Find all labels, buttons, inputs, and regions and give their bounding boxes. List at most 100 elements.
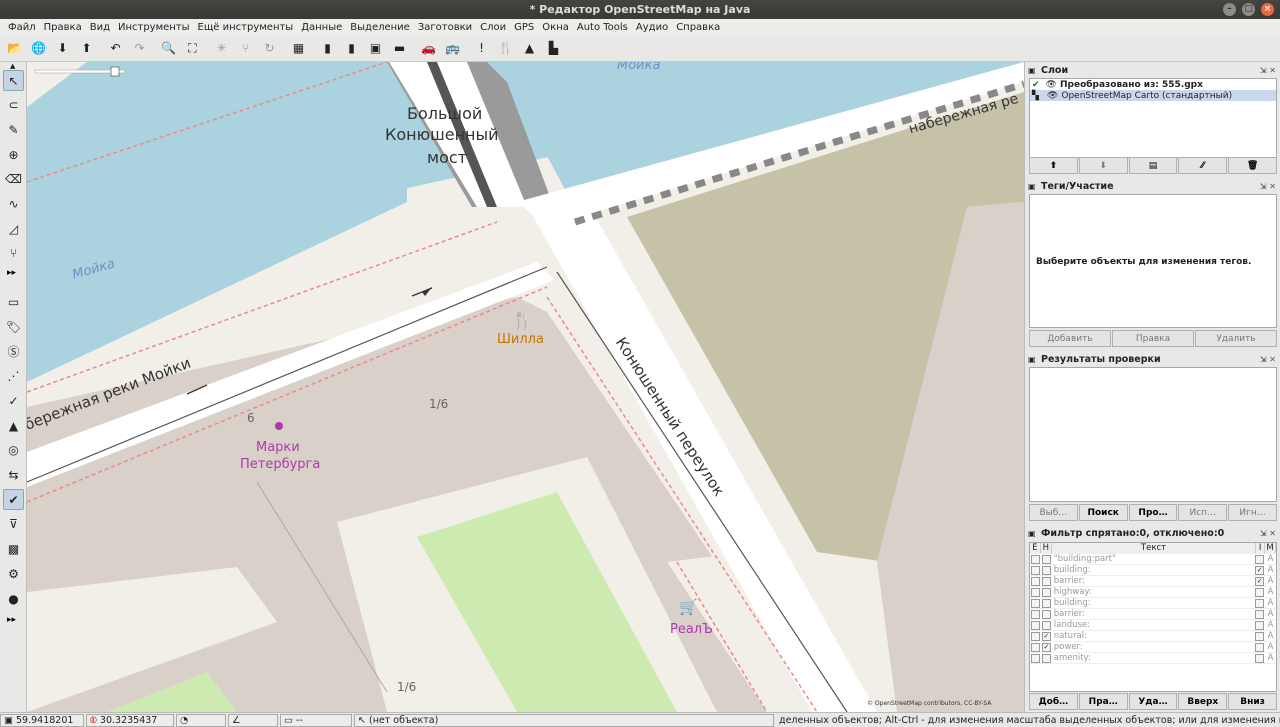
split-way-button[interactable]: ⑂: [234, 37, 257, 60]
enable-checkbox[interactable]: [1031, 642, 1040, 652]
reverse-way-button[interactable]: ↻: [258, 37, 281, 60]
minimize-panel-icon[interactable]: ▣: [1028, 66, 1038, 75]
redo-button[interactable]: ↷: [128, 37, 151, 60]
invert-checkbox[interactable]: [1255, 653, 1265, 663]
menu-item-6[interactable]: Выделение: [346, 22, 414, 33]
delete-tool-button[interactable]: ⌫: [3, 169, 24, 190]
open-file-button[interactable]: 📂: [3, 37, 26, 60]
layerbtns-button-3[interactable]: ⁄⁄: [1178, 157, 1228, 174]
split-tool-button[interactable]: ⑂: [3, 243, 24, 264]
maximize-button[interactable]: □: [1242, 3, 1255, 16]
invert-checkbox[interactable]: [1255, 620, 1265, 630]
hazard-preset-button[interactable]: !: [470, 37, 493, 60]
panel-window-controls[interactable]: ⇲ ✕: [1260, 355, 1276, 364]
invert-checkbox[interactable]: [1255, 631, 1265, 641]
filter-header-1[interactable]: H: [1041, 543, 1052, 553]
parallel-tool-button[interactable]: ◿: [3, 218, 24, 239]
notes-toggle-button[interactable]: ◎: [3, 440, 24, 461]
valbtns-button-2[interactable]: Про…: [1128, 504, 1178, 521]
lasso-tool-button[interactable]: ⊂: [3, 95, 24, 116]
menu-item-9[interactable]: GPS: [510, 22, 538, 33]
enable-checkbox[interactable]: [1031, 609, 1040, 619]
filterbtns-button-1[interactable]: Пра…: [1078, 693, 1128, 710]
tags-toggle-button[interactable]: 🏷: [3, 316, 24, 337]
selection-list-toggle-button[interactable]: Ⓢ: [3, 341, 24, 362]
layer-list-toggle-button[interactable]: ▭: [3, 292, 24, 313]
valbtns-button-3[interactable]: Исп…: [1178, 504, 1228, 521]
more-tools-icon[interactable]: ▸▸: [7, 268, 16, 278]
filter-row[interactable]: highway: A: [1030, 587, 1276, 598]
invert-checkbox[interactable]: [1255, 587, 1265, 597]
valbtns-button-0[interactable]: Выб…: [1029, 504, 1078, 521]
menu-item-12[interactable]: Аудио: [632, 22, 672, 33]
invert-checkbox[interactable]: ✓: [1255, 576, 1265, 586]
hide-checkbox[interactable]: [1041, 653, 1051, 663]
filter-row[interactable]: building: ✓ A: [1030, 565, 1276, 576]
minimize-panel-icon[interactable]: ▣: [1028, 182, 1038, 191]
filter-row[interactable]: amenity: A: [1030, 653, 1276, 664]
hide-checkbox[interactable]: [1041, 609, 1051, 619]
layer-gpx[interactable]: ✔ 👁 Преобразовано из: 555.gpx: [1030, 79, 1276, 90]
hide-checkbox[interactable]: [1041, 576, 1051, 586]
hide-checkbox[interactable]: [1041, 565, 1051, 575]
minimize-panel-icon[interactable]: ▣: [1028, 529, 1038, 538]
more-toggles-icon[interactable]: ▸▸: [7, 615, 16, 625]
relation-toggle-button[interactable]: ⋰: [3, 366, 24, 387]
panel-window-controls[interactable]: ⇲ ✕: [1260, 66, 1276, 75]
hide-checkbox[interactable]: [1041, 554, 1051, 564]
filter-row[interactable]: ✓ natural: A: [1030, 631, 1276, 642]
menu-item-0[interactable]: Файл: [4, 22, 40, 33]
minimize-button[interactable]: –: [1223, 3, 1236, 16]
zoom-selection-button[interactable]: 🔍: [157, 37, 180, 60]
layerbtns-button-4[interactable]: 🗑: [1228, 157, 1277, 174]
hide-checkbox[interactable]: ✓: [1041, 642, 1051, 652]
bus-preset-button[interactable]: 🚌: [441, 37, 464, 60]
hide-checkbox[interactable]: [1041, 587, 1051, 597]
menu-item-4[interactable]: Ещё инструменты: [194, 22, 298, 33]
zoom-data-button[interactable]: ⛶: [181, 37, 204, 60]
conflict-toggle-button[interactable]: ▲: [3, 415, 24, 436]
geotag-toggle-button[interactable]: ●: [3, 588, 24, 609]
filter-header-3[interactable]: I: [1256, 543, 1266, 553]
valbtns-button-1[interactable]: Поиск: [1078, 504, 1128, 521]
filter-toggle-button[interactable]: ⊽: [3, 514, 24, 535]
filter-row[interactable]: landuse: A: [1030, 620, 1276, 631]
enable-checkbox[interactable]: [1031, 631, 1040, 641]
menu-item-5[interactable]: Данные: [297, 22, 346, 33]
invert-checkbox[interactable]: [1255, 609, 1265, 619]
menu-item-3[interactable]: Инструменты: [114, 22, 194, 33]
filterbtns-button-4[interactable]: Вниз: [1228, 693, 1277, 710]
enable-checkbox[interactable]: [1031, 554, 1040, 564]
minimize-panel-icon[interactable]: ▣: [1028, 355, 1038, 364]
menu-item-10[interactable]: Окна: [538, 22, 573, 33]
traffic-light-preset-button[interactable]: ▣: [364, 37, 387, 60]
map-paint-toggle-button[interactable]: ⇆: [3, 465, 24, 486]
menu-item-8[interactable]: Слои: [476, 22, 510, 33]
invert-checkbox[interactable]: [1255, 642, 1265, 652]
layerbtns-button-0[interactable]: ⬆: [1029, 157, 1078, 174]
tagbtns-button-2[interactable]: Удалить: [1195, 330, 1277, 347]
combine-way-button[interactable]: ✳: [210, 37, 233, 60]
road-preset-button[interactable]: ▮: [316, 37, 339, 60]
tagbtns-button-1[interactable]: Правка: [1112, 330, 1194, 347]
tagbtns-button-0[interactable]: Добавить: [1029, 330, 1111, 347]
draw-tool-button[interactable]: ✎: [3, 119, 24, 140]
car-preset-button[interactable]: 🚗: [417, 37, 440, 60]
panel-window-controls[interactable]: ⇲ ✕: [1260, 182, 1276, 191]
menu-item-2[interactable]: Вид: [86, 22, 114, 33]
select-tool-button[interactable]: ↖: [3, 70, 24, 91]
castle-preset-button[interactable]: ▲: [518, 37, 541, 60]
scroll-up-icon[interactable]: ▲: [10, 62, 15, 70]
filter-row[interactable]: barrier: A: [1030, 609, 1276, 620]
menu-item-11[interactable]: Auto Tools: [573, 22, 632, 33]
filter-header-0[interactable]: E: [1030, 543, 1041, 553]
valbtns-button-4[interactable]: Игн…: [1228, 504, 1277, 521]
enable-checkbox[interactable]: [1031, 565, 1040, 575]
menu-item-1[interactable]: Правка: [40, 22, 86, 33]
menu-item-7[interactable]: Заготовки: [414, 22, 476, 33]
zoom-tool-button[interactable]: ⊕: [3, 144, 24, 165]
improve-way-tool-button[interactable]: ∿: [3, 194, 24, 215]
undo-button[interactable]: ↶: [104, 37, 127, 60]
restaurant-preset-button[interactable]: 🍴: [494, 37, 517, 60]
layer-imagery[interactable]: ▚ 👁 OpenStreetMap Carto (стандартный): [1030, 90, 1276, 101]
